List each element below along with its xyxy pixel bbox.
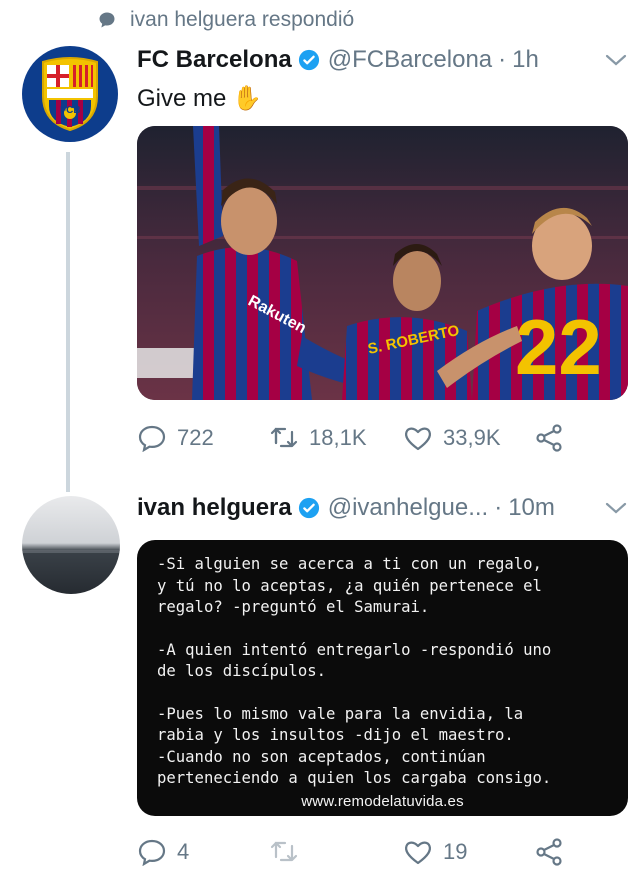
tweet-actions: 4 19 <box>137 835 629 869</box>
separator-dot: · <box>498 46 507 73</box>
display-name[interactable]: ivan helguera <box>137 494 292 522</box>
raised-hand-emoji: ✋ <box>232 85 263 112</box>
heart-icon <box>405 841 431 865</box>
quote-line: -Cuando no son aceptados, continúan <box>157 747 486 766</box>
avatar[interactable]: FCB <box>22 46 118 142</box>
heart-icon <box>405 427 431 451</box>
handle[interactable]: @ivanhelgue... <box>328 494 488 522</box>
quote-line <box>157 683 610 704</box>
reply-bubble-icon <box>99 12 115 28</box>
quote-line: de los discípulos. <box>157 662 326 680</box>
share-icon <box>536 838 562 866</box>
separator-dot: · <box>494 494 503 521</box>
retweet-button[interactable] <box>269 838 403 866</box>
like-button[interactable]: 19 <box>403 838 535 866</box>
chevron-down-icon[interactable] <box>605 501 627 515</box>
share-icon <box>536 424 562 452</box>
quote-line: rabia y los insultos -dijo el maestro. <box>157 726 514 744</box>
display-name[interactable]: FC Barcelona <box>137 46 292 74</box>
verified-badge-icon <box>298 49 319 71</box>
crest-fcb-text: FCB <box>60 105 81 116</box>
fc-barcelona-crest-icon <box>42 57 98 132</box>
reply-context: ivan helguera respondió <box>98 6 354 34</box>
tweet-photo[interactable]: Rakuten S. ROBERTO 22 <box>137 126 628 400</box>
reply-button[interactable]: 4 <box>137 838 269 866</box>
quote-line: -Pues lo mismo vale para la envidia, la <box>157 704 524 723</box>
avatar-horizon <box>22 550 120 553</box>
tweet-actions: 722 18,1K 33,9K <box>137 420 629 456</box>
like-count: 19 <box>443 839 468 864</box>
timestamp[interactable]: 10m <box>508 494 555 522</box>
verified-badge-icon <box>298 497 319 519</box>
quote-line: perteneciendo a quien los cargaba consig… <box>157 769 552 787</box>
share-button[interactable] <box>535 424 565 452</box>
reply-count: 722 <box>177 425 214 450</box>
quote-url: www.remodelatuvida.es <box>301 792 464 810</box>
retweet-count: 18,1K <box>309 425 367 450</box>
quote-line: -Si alguien se acerca a ti con un regalo… <box>157 555 542 573</box>
reply-context-text[interactable]: ivan helguera respondió <box>130 8 354 32</box>
reply-icon <box>138 425 166 452</box>
like-count: 33,9K <box>443 425 501 450</box>
timestamp[interactable]: 1h <box>512 46 539 74</box>
like-button[interactable]: 33,9K <box>403 424 535 452</box>
quote-image[interactable]: -Si alguien se acerca a ti con un regalo… <box>137 540 628 816</box>
quote-line: -A quien intentó entregarlo -respondió u… <box>157 640 552 659</box>
quote-line: y tú no lo aceptas, ¿a quién pertenece e… <box>157 576 542 595</box>
retweet-icon <box>270 841 298 862</box>
quote-line <box>157 619 610 640</box>
tweet-header: FC Barcelona @FCBarcelona · 1h <box>137 44 629 76</box>
reply-icon <box>138 839 166 866</box>
tweet-text-content: Give me <box>137 84 227 112</box>
thread-line <box>66 152 70 492</box>
retweet-icon <box>270 427 298 448</box>
photo-illustration: Rakuten S. ROBERTO 22 <box>137 126 628 400</box>
quote-line: regalo? -preguntó el Samurai. <box>157 598 430 616</box>
handle[interactable]: @FCBarcelona <box>328 46 492 74</box>
reply-button[interactable]: 722 <box>137 424 269 452</box>
avatar[interactable] <box>22 496 120 594</box>
player-number: 22 <box>515 303 602 391</box>
tweet-header: ivan helguera @ivanhelgue... · 10m <box>137 492 629 524</box>
reply-count: 4 <box>177 839 190 864</box>
share-button[interactable] <box>535 838 565 866</box>
tweet-text: Give me ✋ <box>137 84 262 113</box>
chevron-down-icon[interactable] <box>605 53 627 67</box>
retweet-button[interactable]: 18,1K <box>269 424 403 452</box>
